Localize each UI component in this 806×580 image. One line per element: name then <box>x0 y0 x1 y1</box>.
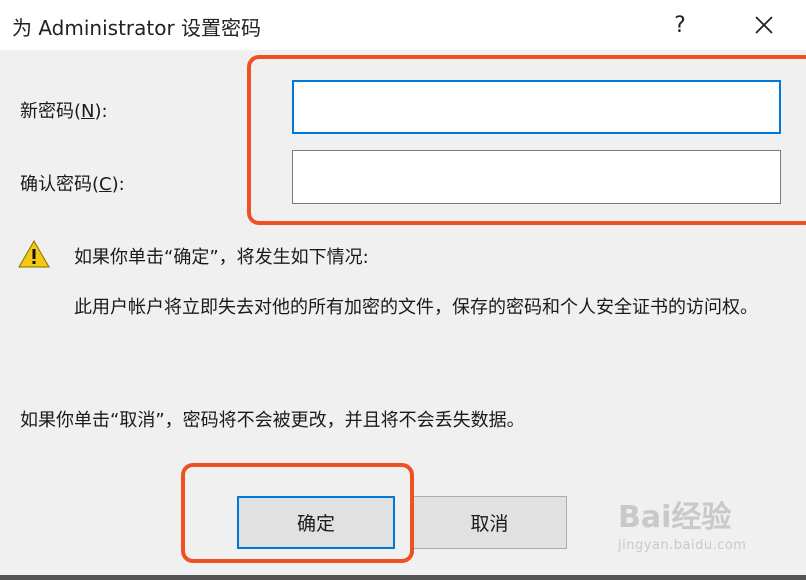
watermark-logo: Bai经验 <box>618 500 732 535</box>
confirm-password-accelerator: C <box>99 174 112 195</box>
close-button[interactable] <box>742 6 786 44</box>
bottom-border <box>0 575 806 580</box>
close-icon <box>755 16 773 34</box>
new-password-input[interactable] <box>292 80 781 134</box>
watermark: Bai经验 jingyan.baidu.com <box>618 492 746 553</box>
warning-icon <box>18 240 50 268</box>
warning-detail: 此用户帐户将立即失去对他的所有加密的文件，保存的密码和个人安全证书的访问权。 <box>74 297 758 318</box>
new-password-label: 新密码(N): <box>20 101 108 122</box>
warning-headline: 如果你单击“确定”，将发生如下情况: <box>74 247 369 268</box>
title-bar: 为 Administrator 设置密码 ? <box>0 0 806 50</box>
cancel-note: 如果你单击“取消”，密码将不会被更改，并且将不会丢失数据。 <box>20 410 525 431</box>
ok-button[interactable]: 确定 <box>237 496 395 549</box>
new-password-accelerator: N <box>81 101 95 122</box>
confirm-password-label: 确认密码(C): <box>20 174 125 195</box>
confirm-password-input[interactable] <box>292 150 781 204</box>
watermark-url: jingyan.baidu.com <box>618 538 747 553</box>
window-title: 为 Administrator 设置密码 <box>12 16 262 40</box>
help-button[interactable]: ? <box>658 6 702 44</box>
help-icon: ? <box>674 12 686 38</box>
cancel-button[interactable]: 取消 <box>412 496 567 549</box>
